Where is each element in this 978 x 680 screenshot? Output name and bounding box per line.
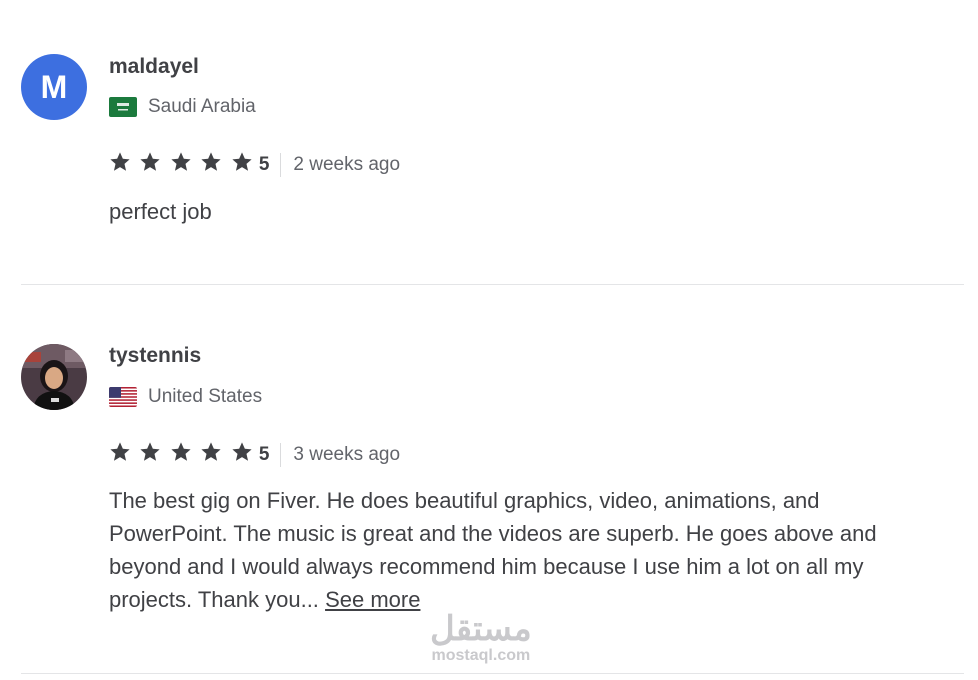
watermark-latin: mostaql.com (431, 647, 531, 664)
star-rating (109, 151, 257, 178)
review-text: The best gig on Fiver. He does beautiful… (109, 484, 944, 616)
watermark-arabic: مستقل (430, 610, 532, 648)
review-body: perfect job (109, 199, 212, 224)
star-icon (232, 442, 252, 461)
reviewer-country: United States (109, 386, 262, 408)
united-states-flag-icon (109, 387, 137, 407)
star-rating (109, 441, 257, 468)
review-body: The best gig on Fiver. He does beautiful… (109, 488, 877, 612)
country-name: United States (148, 386, 263, 407)
review-divider (21, 284, 964, 285)
review-text: perfect job (109, 195, 944, 228)
rating-value: 5 (258, 153, 270, 175)
star-icon (232, 152, 252, 171)
watermark: مستقل mostaql.com (430, 612, 532, 666)
review-divider (21, 673, 964, 674)
reviewer-username[interactable]: tystennis (109, 344, 201, 368)
see-more-link[interactable]: See more (325, 587, 420, 612)
rating-row: 5 2 weeks ago (109, 151, 400, 178)
rating-row: 5 3 weeks ago (109, 441, 400, 468)
review-time: 3 weeks ago (293, 443, 401, 465)
country-name: Saudi Arabia (148, 96, 256, 117)
star-icon (171, 442, 191, 461)
star-icon (110, 442, 130, 461)
star-icon (140, 152, 161, 171)
review-time: 2 weeks ago (293, 153, 401, 175)
rating-separator (280, 152, 282, 177)
reviewer-country: Saudi Arabia (109, 96, 256, 118)
user-photo-avatar[interactable] (21, 344, 87, 410)
star-icon (201, 442, 221, 461)
reviewer-username[interactable]: maldayel (109, 55, 199, 79)
rating-separator (280, 442, 282, 467)
avatar-letter: M (40, 68, 68, 105)
star-icon (201, 152, 221, 171)
rating-value: 5 (258, 443, 270, 465)
avatar[interactable]: M (21, 54, 87, 120)
star-icon (171, 152, 191, 171)
star-icon (140, 442, 161, 461)
star-icon (110, 152, 130, 171)
saudi-arabia-flag-icon (109, 97, 137, 117)
